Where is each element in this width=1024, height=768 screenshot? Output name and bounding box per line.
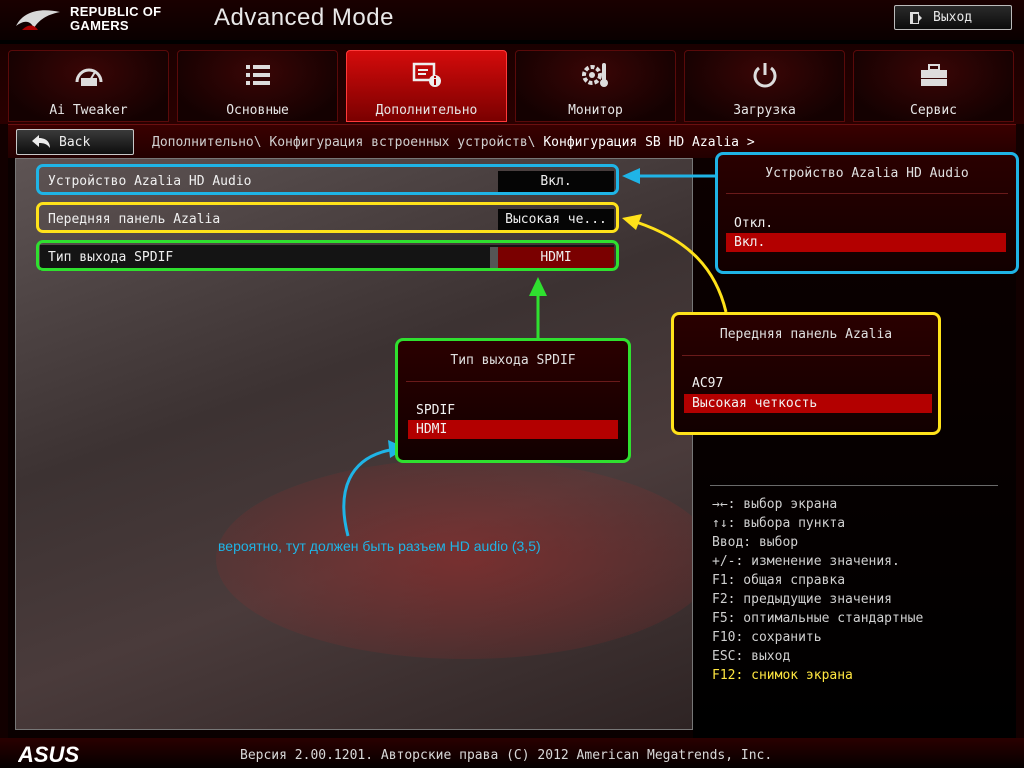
popup-option-on[interactable]: Вкл. bbox=[726, 233, 1006, 252]
logo-line-1: REPUBLIC OF bbox=[70, 4, 162, 19]
thermometer-gear-icon bbox=[581, 63, 608, 87]
help-line: F10: сохранить bbox=[712, 630, 822, 645]
help-line-screenshot: F12: снимок экрана bbox=[712, 668, 853, 683]
tab-tools[interactable]: Сервис bbox=[853, 50, 1014, 122]
breadcrumb-path[interactable]: Дополнительно\ Конфигурация встроенных у… bbox=[152, 135, 543, 150]
asus-logo-text: ASUS bbox=[18, 743, 79, 765]
popup-azalia-device: Устройство Azalia HD Audio Откл. Вкл. bbox=[715, 152, 1019, 274]
back-button[interactable]: Back bbox=[16, 129, 134, 155]
tab-main[interactable]: Основные bbox=[177, 50, 338, 122]
exit-button[interactable]: Выход bbox=[894, 5, 1012, 30]
popup-option-hdmi[interactable]: HDMI bbox=[408, 420, 618, 439]
tab-label: Сервис bbox=[910, 103, 957, 118]
tab-label: Ai Tweaker bbox=[49, 103, 128, 118]
tab-label: Монитор bbox=[568, 103, 623, 118]
popup-divider bbox=[406, 381, 620, 382]
back-arrow-icon bbox=[32, 135, 50, 148]
logo-line-2: GAMERS bbox=[70, 18, 129, 33]
advanced-info-icon bbox=[412, 62, 441, 87]
popup-divider bbox=[682, 355, 930, 356]
help-line: F5: оптимальные стандартные bbox=[712, 611, 924, 626]
help-line: F1: общая справка bbox=[712, 573, 846, 588]
panel-gutter-bottom bbox=[8, 730, 693, 738]
annotation-ring-yellow bbox=[36, 202, 619, 233]
popup-option-ac97[interactable]: AC97 bbox=[684, 374, 932, 393]
popup-front-panel: Передняя панель Azalia AC97 Высокая четк… bbox=[671, 312, 941, 435]
background-glow bbox=[216, 459, 692, 659]
popup-option-off[interactable]: Откл. bbox=[726, 214, 1006, 233]
exit-label: Выход bbox=[933, 10, 973, 25]
header-bar: REPUBLIC OF GAMERS Advanced Mode Выход bbox=[0, 0, 1024, 40]
popup-spdif: Тип выхода SPDIF SPDIF HDMI bbox=[395, 338, 631, 463]
toolbox-icon bbox=[920, 64, 947, 86]
help-line: ↑↓: выбора пункта bbox=[712, 516, 846, 531]
help-line: ESC: выход bbox=[712, 649, 791, 664]
help-line: →←: выбор экрана bbox=[712, 497, 838, 512]
tab-label: Основные bbox=[226, 103, 289, 118]
exit-door-icon bbox=[910, 11, 922, 24]
help-line: Ввод: выбор bbox=[712, 535, 799, 550]
help-divider bbox=[710, 485, 998, 486]
asus-logo-icon: ASUS bbox=[18, 743, 79, 765]
help-line: F2: предыдущие значения bbox=[712, 592, 893, 607]
popup-option-spdif[interactable]: SPDIF bbox=[408, 401, 618, 420]
rog-logo-icon bbox=[16, 10, 60, 30]
back-label: Back bbox=[59, 135, 91, 150]
tab-monitor[interactable]: Монитор bbox=[515, 50, 676, 122]
tab-advanced[interactable]: Дополнительно bbox=[346, 50, 507, 122]
frame-left bbox=[0, 124, 8, 738]
tab-ai-tweaker[interactable]: Ai Tweaker bbox=[8, 50, 169, 122]
help-line: +/-: изменение значения. bbox=[712, 554, 900, 569]
power-icon bbox=[753, 63, 776, 88]
popup-divider bbox=[726, 193, 1008, 194]
rog-logo-text: REPUBLIC OF GAMERS bbox=[70, 5, 161, 33]
tab-label: Дополнительно bbox=[375, 103, 478, 118]
breadcrumb: Дополнительно\ Конфигурация встроенных у… bbox=[152, 135, 755, 150]
help-keys: →←: выбор экрана ↑↓: выбора пункта Ввод:… bbox=[712, 495, 923, 685]
list-icon bbox=[245, 65, 270, 85]
annotation-ring-cyan bbox=[36, 164, 619, 195]
annotation-note: вероятно, тут должен быть разъем HD audi… bbox=[218, 538, 541, 554]
main-tabs: Ai Tweaker Основные Дополнительно Монито… bbox=[0, 44, 1024, 124]
page-title: Advanced Mode bbox=[214, 4, 394, 31]
tab-label: Загрузка bbox=[733, 103, 796, 118]
tab-boot[interactable]: Загрузка bbox=[684, 50, 845, 122]
popup-title: Тип выхода SPDIF bbox=[450, 353, 576, 368]
footer-bar: ASUS Версия 2.00.1201. Авторские права (… bbox=[0, 738, 1024, 768]
breadcrumb-current: Конфигурация SB HD Azalia > bbox=[543, 135, 755, 150]
panel-gutter bbox=[8, 158, 15, 738]
popup-title: Передняя панель Azalia bbox=[719, 327, 893, 342]
popup-title: Устройство Azalia HD Audio bbox=[765, 166, 969, 181]
popup-option-hd[interactable]: Высокая четкость bbox=[684, 394, 932, 413]
gauge-icon bbox=[75, 68, 102, 86]
annotation-ring-green bbox=[36, 240, 619, 271]
version-text: Версия 2.00.1201. Авторские права (C) 20… bbox=[240, 748, 773, 763]
